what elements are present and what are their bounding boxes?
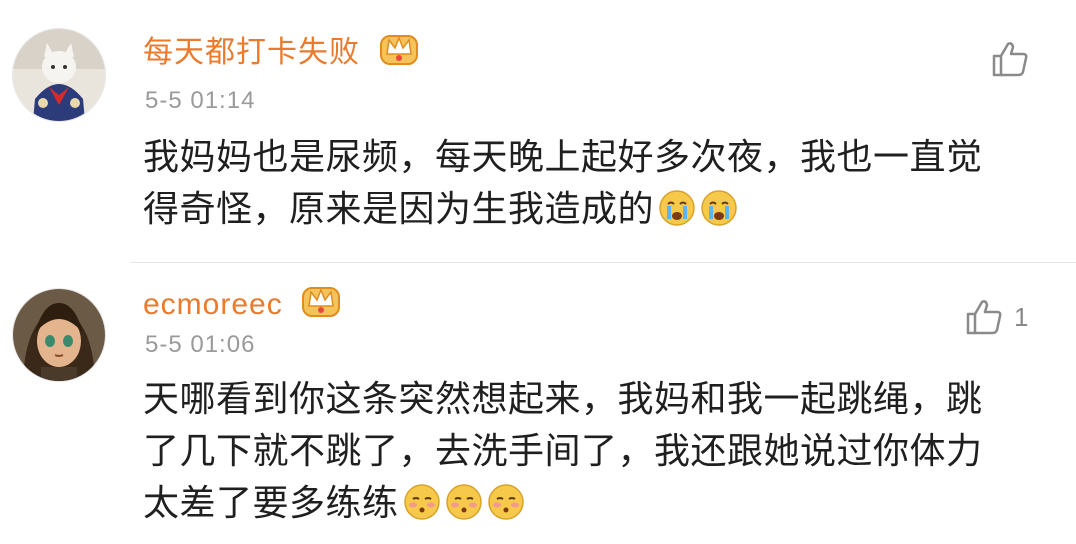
comment-item: ecmoreec 5-5 01:06 1 天哪看到你这条突然想起来，我妈和我一起… bbox=[0, 264, 1076, 544]
username[interactable]: ecmoreec bbox=[143, 282, 341, 329]
timestamp: 5-5 01:14 bbox=[145, 87, 256, 114]
divider bbox=[130, 262, 1076, 263]
comment-body: 天哪看到你这条突然想起来，我妈和我一起跳绳，跳 了几下就不跳了，去洗手间了，我还… bbox=[143, 374, 983, 536]
comment-line: 了几下就不跳了，去洗手间了，我还跟她说过你体力 bbox=[143, 431, 983, 472]
avatar[interactable] bbox=[12, 28, 106, 122]
blushing-face-icon bbox=[487, 483, 525, 536]
thumbs-up-icon bbox=[966, 300, 1002, 335]
crown-badge-icon bbox=[301, 282, 341, 329]
timestamp: 5-5 01:06 bbox=[145, 331, 256, 358]
comment-line: 天哪看到你这条突然想起来，我妈和我一起跳绳，跳 bbox=[143, 379, 983, 420]
blushing-face-icon bbox=[403, 483, 441, 536]
anime-girl-avatar-icon bbox=[13, 289, 105, 381]
like-count: 1 bbox=[1014, 301, 1029, 332]
like-button[interactable] bbox=[990, 40, 1040, 78]
username[interactable]: 每天都打卡失败 bbox=[143, 30, 419, 77]
comment-line-with-emoji: 太差了要多练练 bbox=[143, 478, 983, 536]
crown-badge-icon bbox=[379, 30, 419, 77]
username-text[interactable]: ecmoreec bbox=[143, 288, 283, 321]
thumbs-up-icon bbox=[992, 42, 1028, 77]
avatar[interactable] bbox=[12, 288, 106, 382]
comment-line: 得奇怪，原来是因为生我造成的 bbox=[143, 189, 655, 230]
comment-line: 我妈妈也是尿频，每天晚上起好多次夜，我也一直觉 bbox=[143, 137, 983, 178]
comment-body: 我妈妈也是尿频，每天晚上起好多次夜，我也一直觉 得奇怪，原来是因为生我造成的 bbox=[143, 132, 983, 242]
comment-item: 每天都打卡失败 5-5 01:14 我妈妈也是尿频，每天晚上起好多次夜，我也一直… bbox=[0, 0, 1076, 260]
like-button[interactable]: 1 bbox=[964, 298, 1028, 336]
crying-face-icon bbox=[700, 189, 738, 242]
blushing-face-icon bbox=[445, 483, 483, 536]
comment-line: 太差了要多练练 bbox=[143, 483, 399, 524]
cat-figurine-avatar-icon bbox=[13, 29, 105, 121]
username-text[interactable]: 每天都打卡失败 bbox=[143, 35, 360, 70]
crying-face-icon bbox=[658, 189, 696, 242]
comment-line-with-emoji: 得奇怪，原来是因为生我造成的 bbox=[143, 184, 983, 242]
